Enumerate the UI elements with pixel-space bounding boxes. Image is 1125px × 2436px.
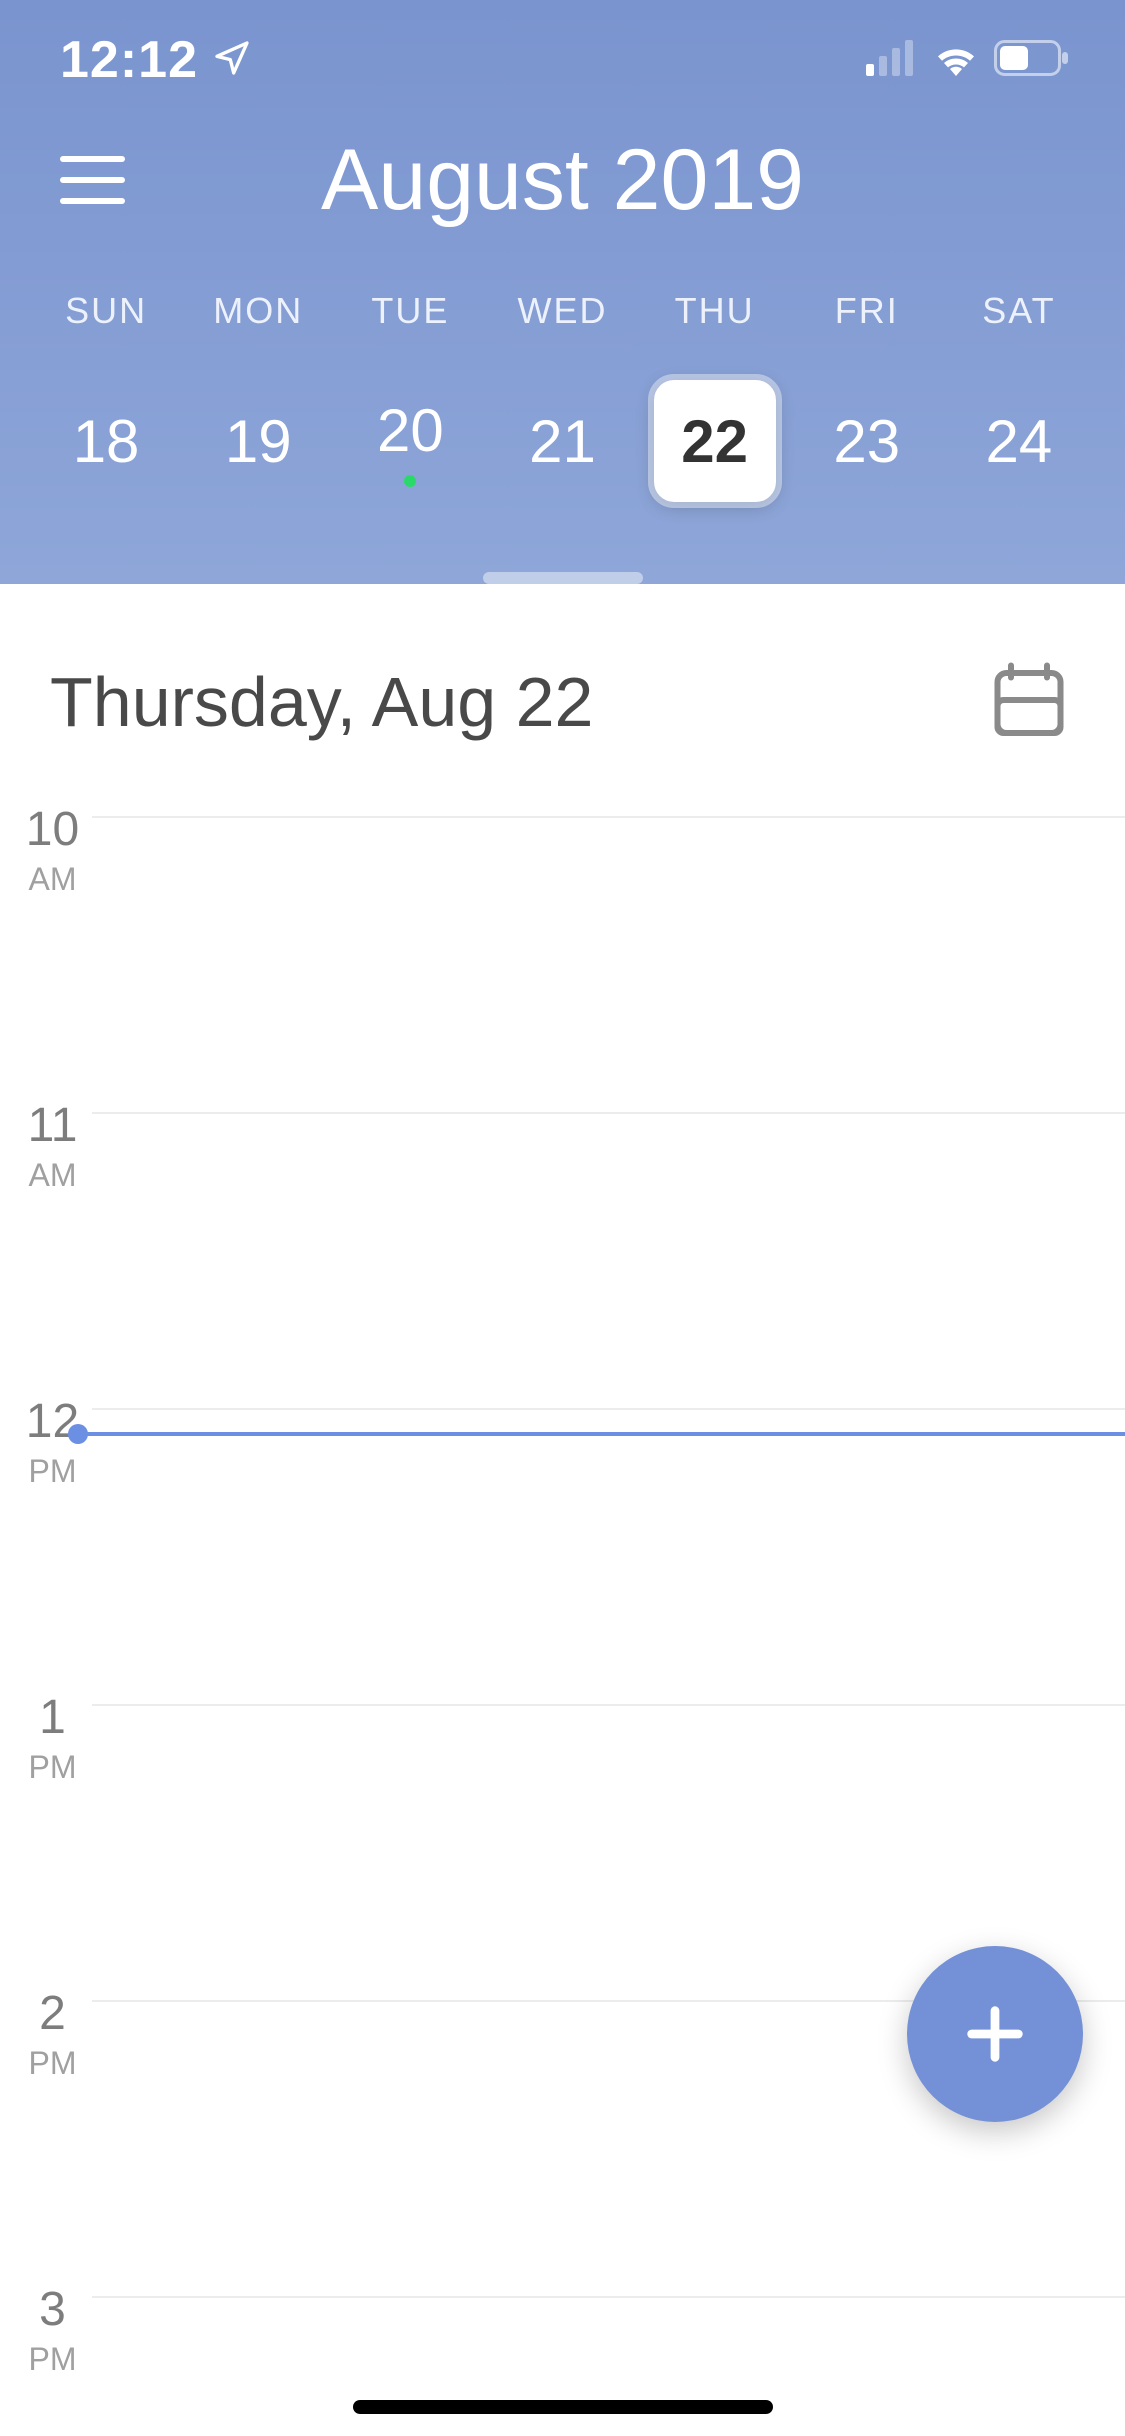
hour-number: 3 <box>20 2282 85 2337</box>
hour-divider-line <box>92 2296 1125 2298</box>
day-title: Thursday, Aug 22 <box>50 662 594 742</box>
date-box: 21 <box>501 380 623 502</box>
hour-ampm: PM <box>20 2045 85 2082</box>
add-event-button[interactable] <box>907 1946 1083 2122</box>
hour-number: 1 <box>20 1690 85 1745</box>
hour-ampm: PM <box>20 1749 85 1786</box>
day-mon[interactable]: MON 19 <box>182 290 334 502</box>
event-indicator-dot <box>404 475 416 487</box>
wifi-icon <box>932 40 980 81</box>
day-header: Thursday, Aug 22 <box>0 602 1125 802</box>
month-title: August 2019 <box>321 131 804 230</box>
day-thu[interactable]: THU 22 <box>639 290 791 502</box>
menu-button[interactable] <box>60 150 130 210</box>
title-row: August 2019 <box>0 120 1125 250</box>
date-number: 24 <box>986 407 1053 476</box>
day-sat[interactable]: SAT 24 <box>943 290 1095 502</box>
hour-number: 11 <box>20 1098 85 1153</box>
current-time-dot <box>68 1424 88 1444</box>
hour-number: 10 <box>20 802 85 857</box>
status-right <box>866 40 1070 81</box>
day-of-week-label: THU <box>675 290 755 332</box>
location-arrow-icon <box>212 38 252 83</box>
date-number: 22 <box>681 407 748 476</box>
schedule-timeline[interactable]: 10AM11AM12PM1PM2PM3PM <box>0 802 1125 2282</box>
plus-icon <box>960 1999 1030 2069</box>
hour-label: 1 PM <box>20 1690 85 1786</box>
battery-icon <box>994 40 1070 81</box>
day-of-week-label: WED <box>517 290 607 332</box>
status-bar: 12:12 <box>0 0 1125 120</box>
hour-ampm: AM <box>20 1157 85 1194</box>
hour-label: 3 PM <box>20 2282 85 2378</box>
date-number: 21 <box>529 407 596 476</box>
drag-handle[interactable] <box>483 572 643 584</box>
day-of-week-label: FRI <box>835 290 899 332</box>
cellular-signal-icon <box>866 40 918 81</box>
status-time: 12:12 <box>60 30 198 90</box>
day-fri[interactable]: FRI 23 <box>791 290 943 502</box>
hour-ampm: PM <box>20 2341 85 2378</box>
home-indicator[interactable] <box>353 2400 773 2414</box>
hour-divider-line <box>92 1408 1125 1410</box>
hour-divider-line <box>92 1112 1125 1114</box>
status-left: 12:12 <box>60 30 252 90</box>
date-box: 22 <box>654 380 776 502</box>
hour-ampm: AM <box>20 861 85 898</box>
date-number: 23 <box>833 407 900 476</box>
hour-ampm: PM <box>20 1453 85 1490</box>
hour-divider-line <box>92 1704 1125 1706</box>
date-box: 20 <box>349 380 471 502</box>
hour-label: 11 AM <box>20 1098 85 1194</box>
date-box: 23 <box>806 380 928 502</box>
hour-divider-line <box>92 816 1125 818</box>
hour-label: 10 AM <box>20 802 85 898</box>
day-tue[interactable]: TUE 20 <box>334 290 486 502</box>
current-time-indicator <box>78 1432 1125 1436</box>
day-of-week-label: MON <box>213 290 303 332</box>
day-sun[interactable]: SUN 18 <box>30 290 182 502</box>
day-of-week-label: TUE <box>371 290 449 332</box>
calendar-header: 12:12 <box>0 0 1125 584</box>
date-number: 20 <box>377 396 444 465</box>
calendar-icon <box>993 662 1065 738</box>
date-box: 19 <box>197 380 319 502</box>
day-of-week-label: SAT <box>982 290 1055 332</box>
week-strip[interactable]: SUN 18 MON 19 TUE 20 WED 21 THU 22 FRI 23 SAT 24 <box>0 250 1125 572</box>
date-number: 19 <box>225 407 292 476</box>
hour-number: 2 <box>20 1986 85 2041</box>
date-box: 24 <box>958 380 1080 502</box>
day-of-week-label: SUN <box>65 290 147 332</box>
hour-label: 2 PM <box>20 1986 85 2082</box>
date-box: 18 <box>45 380 167 502</box>
calendar-view-button[interactable] <box>993 662 1065 743</box>
date-number: 18 <box>73 407 140 476</box>
day-wed[interactable]: WED 21 <box>486 290 638 502</box>
